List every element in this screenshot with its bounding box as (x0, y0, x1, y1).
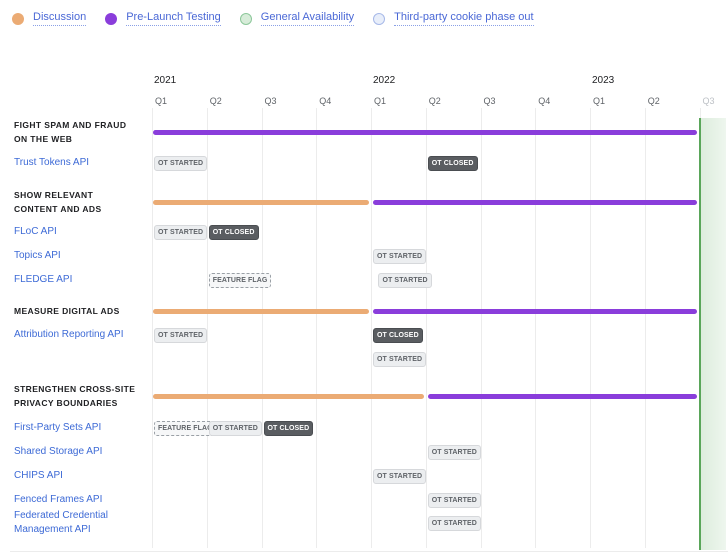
api-link-shared-storage-api[interactable]: Shared Storage API (14, 445, 139, 459)
section-title-line: FIGHT SPAM AND FRAUD (14, 120, 127, 130)
api-link-first-party-sets-api[interactable]: First-Party Sets API (14, 421, 139, 435)
legend: Discussion Pre-Launch Testing General Avai… (12, 11, 553, 26)
gridline (316, 108, 318, 548)
general-availability-line (698, 118, 701, 550)
testing-phase-bar (373, 309, 697, 314)
milestone-badge-ot-started[interactable]: OT STARTED (427, 516, 481, 531)
gridline (261, 108, 263, 548)
quarter-label: Q4 (319, 96, 332, 106)
year-label: 2023 (592, 75, 615, 86)
bottom-divider (10, 551, 728, 552)
legend-item-discussion[interactable]: Discussion (12, 11, 87, 26)
milestone-badge-ot-closed[interactable]: OT CLOSED (208, 225, 259, 240)
quarter-label: Q2 (647, 96, 660, 106)
milestone-badge-ot-started[interactable]: OT STARTED (154, 225, 208, 240)
milestone-badge-ot-started[interactable]: OT STARTED (427, 445, 481, 460)
section-title-fight-spam-and-fraud-on-the-web: FIGHT SPAM AND FRAUD ON THE WEB (14, 118, 144, 146)
section-title-line: SHOW RELEVANT (14, 190, 94, 200)
milestone-badge-ot-closed[interactable]: OT CLOSED (263, 421, 314, 436)
gridline (371, 108, 372, 548)
quarter-label: Q2 (209, 96, 222, 106)
discussion-phase-bar (153, 394, 424, 399)
gridline (206, 108, 208, 548)
api-link-floc-api[interactable]: FLoC API (14, 225, 139, 239)
year-label: 2021 (154, 75, 177, 86)
testing-phase-bar (373, 200, 697, 205)
discussion-swatch-icon (12, 12, 24, 25)
legend-label: Third-party cookie phase out (394, 11, 534, 26)
third-party-cookie-phase-out-swatch-icon (373, 12, 386, 25)
legend-item-general-availability[interactable]: General Availability (239, 11, 355, 26)
discussion-phase-bar (153, 200, 369, 205)
milestone-badge-ot-started[interactable]: OT STARTED (373, 249, 427, 264)
quarter-label: Q1 (155, 96, 168, 106)
milestone-badge-ot-started[interactable]: OT STARTED (373, 469, 427, 484)
legend-label: General Availability (260, 11, 355, 26)
quarter-label: Q3 (702, 96, 715, 106)
milestone-badge-ot-closed[interactable]: OT CLOSED (373, 328, 423, 343)
section-title-line: CONTENT AND ADS (14, 204, 102, 214)
gridline (425, 108, 427, 548)
discussion-phase-bar (153, 309, 369, 314)
api-link-federated-credential-management-api[interactable]: Federated Credential Management API (14, 509, 114, 537)
section-title-line: MEASURE DIGITAL ADS (14, 306, 120, 316)
legend-label: Discussion (33, 11, 87, 26)
pre-launch-testing-swatch-icon (105, 12, 118, 25)
milestone-badge-ot-started[interactable]: OT STARTED (208, 421, 262, 436)
milestone-badge-ot-started[interactable]: OT STARTED (154, 156, 208, 171)
section-title-line: ON THE WEB (14, 134, 73, 144)
quarter-label: Q2 (428, 96, 441, 106)
gridline (152, 108, 153, 548)
api-link-fenced-frames-api[interactable]: Fenced Frames API (14, 493, 139, 507)
milestone-badge-ot-started[interactable]: OT STARTED (154, 328, 208, 343)
legend-label: Pre-Launch Testing (126, 11, 221, 26)
gridline (590, 108, 591, 548)
gridline (480, 108, 482, 548)
general-availability-zone (698, 118, 726, 550)
api-link-trust-tokens-api[interactable]: Trust Tokens API (14, 156, 139, 170)
milestone-badge-ot-started[interactable]: OT STARTED (373, 352, 427, 367)
general-availability-swatch-icon (239, 12, 252, 25)
section-title-show-relevant-content-and-ads: SHOW RELEVANT CONTENT AND ADS (14, 188, 144, 216)
testing-phase-bar (427, 394, 697, 399)
section-title-line: PRIVACY BOUNDARIES (14, 398, 118, 408)
section-title-strengthen-cross-site-privacy-boundaries: STRENGTHEN CROSS-SITE PRIVACY BOUNDARIES (14, 382, 144, 410)
testing-phase-bar (153, 130, 697, 135)
milestone-badge-feature-flag[interactable]: FEATURE FLAG (154, 421, 217, 436)
api-link-topics-api[interactable]: Topics API (14, 249, 139, 263)
quarter-label: Q3 (483, 96, 496, 106)
gridline (644, 108, 646, 548)
quarter-label: Q1 (374, 96, 387, 106)
legend-item-pre-launch-testing[interactable]: Pre-Launch Testing (105, 11, 221, 26)
section-title-line: STRENGTHEN CROSS-SITE (14, 384, 136, 394)
api-link-attribution-reporting-api[interactable]: Attribution Reporting API (14, 328, 139, 342)
legend-item-third-party-cookie-phase-out[interactable]: Third-party cookie phase out (373, 11, 534, 26)
api-link-fledge-api[interactable]: FLEDGE API (14, 273, 139, 287)
milestone-badge-ot-started[interactable]: OT STARTED (427, 493, 481, 508)
milestone-badge-feature-flag[interactable]: FEATURE FLAG (208, 273, 272, 288)
gridline (535, 108, 537, 548)
quarter-label: Q4 (538, 96, 551, 106)
quarter-label: Q3 (264, 96, 277, 106)
milestone-badge-ot-closed[interactable]: OT CLOSED (427, 156, 478, 171)
quarter-label: Q1 (593, 96, 606, 106)
api-link-chips-api[interactable]: CHIPS API (14, 469, 139, 483)
milestone-badge-ot-started[interactable]: OT STARTED (378, 273, 432, 288)
year-label: 2022 (373, 75, 396, 86)
section-title-measure-digital-ads: MEASURE DIGITAL ADS (14, 304, 144, 318)
